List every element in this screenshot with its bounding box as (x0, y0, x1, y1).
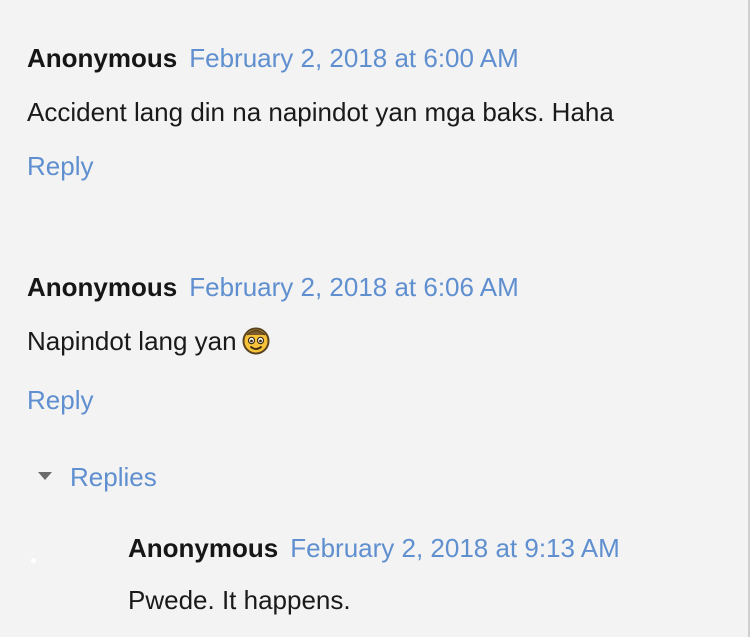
comment-header: Anonymous February 2, 2018 at 6:06 AM (27, 271, 519, 303)
smiling-face-emoji-icon (241, 325, 271, 362)
comment-body: Napindot lang yan (27, 325, 519, 362)
replies-toggle-label: Replies (70, 462, 157, 492)
comments-section: Anonymous February 2, 2018 at 6:00 AM Acc… (0, 0, 750, 637)
comment-text: Napindot lang yan (27, 326, 237, 356)
reply-link[interactable]: Reply (27, 150, 93, 182)
comment-body: Accident lang din na napindot yan mga ba… (27, 97, 614, 127)
comment: Anonymous February 2, 2018 at 6:00 AM Acc… (27, 42, 614, 182)
comment-header: Anonymous February 2, 2018 at 9:13 AM (128, 532, 620, 564)
comment-timestamp-link[interactable]: February 2, 2018 at 6:00 AM (189, 43, 519, 73)
reply-comment: Anonymous February 2, 2018 at 9:13 AM Pwe… (128, 532, 620, 616)
comment-timestamp-link[interactable]: February 2, 2018 at 6:06 AM (189, 272, 519, 302)
comment-header: Anonymous February 2, 2018 at 6:00 AM (27, 42, 614, 74)
reply-link[interactable]: Reply (27, 384, 93, 416)
replies-toggle[interactable]: Replies (38, 461, 157, 493)
comment-body: Pwede. It happens. (128, 585, 351, 615)
comment: Anonymous February 2, 2018 at 6:06 AM Nap… (27, 271, 519, 416)
thread-dot (31, 558, 36, 563)
comment-timestamp-link[interactable]: February 2, 2018 at 9:13 AM (290, 533, 620, 563)
caret-down-icon (38, 472, 52, 481)
comment-author: Anonymous (128, 533, 279, 563)
comment-author: Anonymous (27, 43, 178, 73)
comment-author: Anonymous (27, 272, 178, 302)
